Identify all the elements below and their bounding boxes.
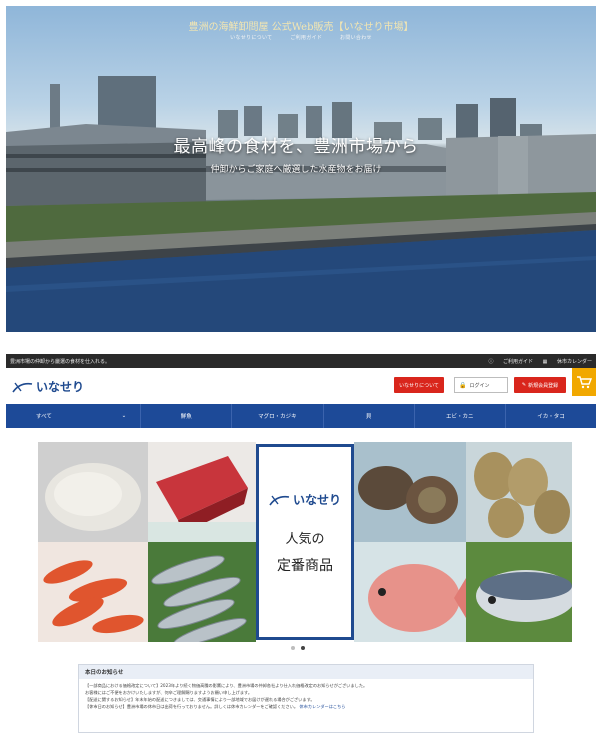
carousel-dot-1[interactable]: [291, 646, 295, 650]
carousel-dots: [291, 646, 305, 650]
guide-link[interactable]: ⓘ ご利用ガイド: [488, 359, 533, 365]
banner-logo: いなせり: [269, 491, 341, 508]
notice-line: 【一部商品における価格改定について】2023年より続く物価高騰の影響により、豊洲…: [85, 683, 368, 688]
site-logo-text: いなせり: [36, 380, 85, 394]
chevron-down-icon: ⌄: [121, 413, 127, 419]
fish-logo-icon: [269, 495, 290, 505]
nav-item-shrimp-crab[interactable]: エビ・カニ: [415, 404, 506, 428]
nav-item-all[interactable]: すべて ⌄: [6, 404, 142, 428]
notice-heading: 本日のお知らせ: [79, 665, 533, 679]
shop-section: 豊洲市場の仲卸から厳選の食材を仕入れる。 ⓘ ご利用ガイド ▦ 休市カレンダー …: [6, 354, 596, 733]
fish-logo-icon: [12, 382, 33, 392]
top-bar-tagline: 豊洲市場の仲卸から厳選の食材を仕入れる。: [10, 358, 111, 365]
about-button[interactable]: いなせりについて: [394, 377, 444, 393]
sea-bream-image: [354, 542, 466, 642]
banner-line-2: 定番商品: [277, 558, 333, 574]
bonito-image: [466, 542, 572, 642]
banner-center-card: いなせり 人気の 定番商品: [256, 444, 354, 640]
lock-icon: 🔒: [459, 381, 467, 389]
top-bar: 豊洲市場の仲卸から厳選の食材を仕入れる。 ⓘ ご利用ガイド ▦ 休市カレンダー: [6, 354, 596, 368]
hero-link-about[interactable]: いなせりについて: [230, 35, 272, 41]
carousel-dot-2[interactable]: [301, 646, 305, 650]
top-bar-links: ⓘ ご利用ガイド ▦ 休市カレンダー: [480, 358, 592, 365]
calendar-link[interactable]: ▦ 休市カレンダー: [543, 359, 592, 365]
hero-banner-carousel[interactable]: いなせり 人気の 定番商品: [38, 442, 572, 642]
abalone-image: [354, 442, 466, 542]
nav-item-tuna[interactable]: マグロ・カジキ: [232, 404, 324, 428]
nav-item-shellfish[interactable]: 貝: [324, 404, 415, 428]
hero-section: 豊洲の海鮮卸問屋 公式Web販売【いなせり市場】 いなせりについて ご利用ガイド…: [6, 6, 596, 332]
tuna-image: [148, 442, 256, 542]
hero-top-title: 豊洲の海鮮卸問屋 公式Web販売【いなせり市場】: [188, 22, 414, 33]
login-button[interactable]: 🔒 ログイン: [454, 377, 508, 393]
hero-link-contact[interactable]: お問い合わせ: [340, 35, 372, 41]
register-button[interactable]: ✎ 新規会員登録: [514, 377, 566, 393]
notice-body: 【一部商品における価格改定について】2023年より続く物価高騰の影響により、豊洲…: [79, 679, 533, 713]
notice-box: 本日のお知らせ 【一部商品における価格改定について】2023年より続く物価高騰の…: [78, 664, 534, 733]
whitebait-image: [38, 442, 148, 542]
hero-top-links: いなせりについて ご利用ガイド お問い合わせ: [6, 34, 596, 41]
login-label: ログイン: [469, 382, 490, 389]
hero-link-guide[interactable]: ご利用ガイド: [290, 35, 322, 41]
nav-item-fresh-fish[interactable]: 鮮魚: [141, 404, 233, 428]
site-logo[interactable]: いなせり: [12, 378, 84, 395]
nav-item-squid-octopus[interactable]: イカ・タコ: [506, 404, 596, 428]
horse-mackerel-image: [148, 542, 256, 642]
register-label: 新規会員登録: [528, 382, 559, 389]
banner-line-1: 人気の: [285, 532, 325, 547]
cart-icon: [577, 376, 592, 389]
hero-title: 最高峰の食材を、豊洲市場から: [173, 137, 419, 157]
pencil-icon: ✎: [521, 382, 527, 388]
calendar-link-inline[interactable]: 休市カレンダーはこちら: [299, 704, 345, 709]
category-nav: すべて ⌄ 鮮魚 マグロ・カジキ 貝 エビ・カニ イカ・タコ: [6, 404, 596, 428]
hero-subtitle: 仲卸からご家庭へ厳選した水産物をお届け: [210, 165, 382, 175]
notice-line: お客様にはご不便をおかけいたしますが、何卒ご理解賜りますようお願い申し上げます。: [85, 690, 253, 695]
notice-line: 【配送に関するお知らせ】年末年始の配送につきましては、交通事情により一部地域でお…: [85, 697, 315, 702]
oyster-image: [466, 442, 572, 542]
shrimp-image: [38, 542, 148, 642]
banner-logo-text: いなせり: [292, 493, 341, 507]
notice-line: 【休市日のお知らせ】豊洲市場の休市日は出荷を行っておりません。詳しくは休市カレン…: [85, 704, 346, 709]
cart-button[interactable]: [572, 368, 596, 396]
